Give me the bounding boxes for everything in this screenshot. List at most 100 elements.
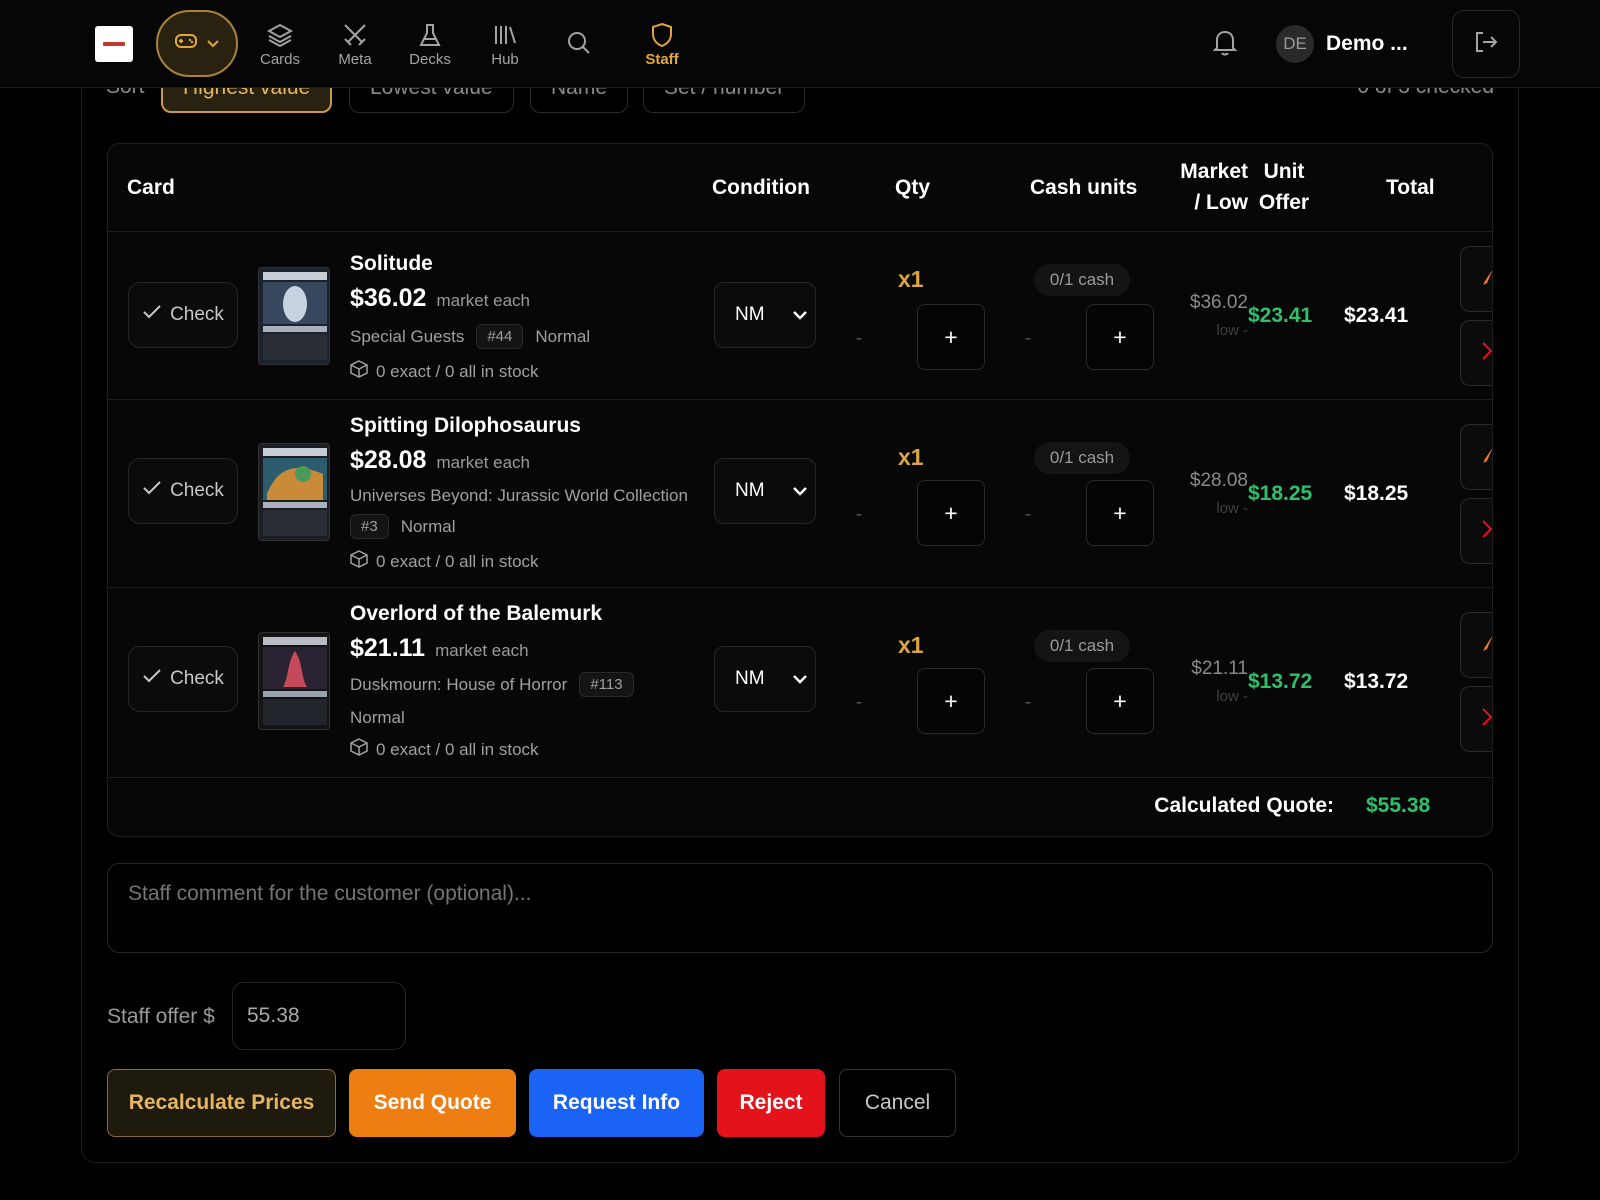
chevron-right-icon	[1481, 341, 1492, 366]
card-finish: Normal	[350, 708, 405, 727]
check-label: Check	[170, 480, 224, 501]
header-market-line1: Market	[1180, 160, 1248, 183]
card-number-badge: #44	[476, 324, 524, 349]
logout-button[interactable]	[1452, 10, 1520, 78]
reject-button[interactable]: Reject	[717, 1069, 825, 1137]
card-set-line: Universes Beyond: Jurassic World Collect…	[350, 486, 688, 506]
card-number-badge: #3	[350, 514, 389, 539]
cash-plus-button[interactable]: +	[1086, 480, 1154, 546]
cash-plus-button[interactable]: +	[1086, 304, 1154, 370]
unit-offer: $13.72	[1248, 670, 1313, 693]
card-thumbnail[interactable]	[258, 632, 330, 730]
expand-button[interactable]	[1460, 320, 1492, 386]
card-number-badge: #113	[579, 672, 634, 697]
stock-info: 0 exact / 0 all in stock	[350, 550, 539, 573]
card-thumbnail[interactable]	[258, 443, 330, 541]
cash-minus-button[interactable]: -	[1013, 328, 1043, 350]
nav-meta-label: Meta	[338, 51, 372, 68]
nav-cards[interactable]: Cards	[250, 18, 310, 68]
cash-plus-button[interactable]: +	[1086, 668, 1154, 734]
shield-icon	[632, 18, 692, 48]
qty-plus-button[interactable]: +	[917, 480, 985, 546]
chevron-down-icon	[793, 304, 807, 326]
staff-offer-input[interactable]	[232, 982, 406, 1050]
nav-hub[interactable]: Hub	[475, 18, 535, 68]
cash-units-pill: 0/1 cash	[1034, 264, 1130, 296]
low-value: low -	[1216, 688, 1248, 705]
table-row: Check Overlord of the Balemurk $21.11 mar…	[108, 588, 1492, 778]
app-logo[interactable]	[95, 26, 133, 62]
check-button[interactable]: Check	[128, 282, 238, 348]
recalculate-prices-button[interactable]: Recalculate Prices	[107, 1069, 336, 1137]
card-set: Special Guests	[350, 326, 465, 346]
header-card: Card	[127, 176, 175, 199]
condition-value: NM	[735, 668, 765, 689]
qty-value: x1	[898, 266, 924, 292]
send-quote-button[interactable]: Send Quote	[349, 1069, 516, 1137]
check-button[interactable]: Check	[128, 458, 238, 524]
pencil-icon	[1481, 633, 1492, 658]
nav-staff-label: Staff	[645, 51, 679, 68]
edit-button[interactable]	[1460, 612, 1492, 678]
search-icon[interactable]	[566, 30, 592, 61]
user-name[interactable]: Demo ...	[1326, 32, 1408, 56]
staff-offer-label: Staff offer $	[107, 1005, 215, 1028]
cancel-button[interactable]: Cancel	[839, 1069, 956, 1137]
nav-cards-label: Cards	[259, 51, 300, 68]
condition-select[interactable]: NM	[714, 646, 816, 712]
qty-minus-button[interactable]: -	[844, 504, 874, 526]
stock-text: 0 exact / 0 all in stock	[376, 361, 539, 381]
card-price-value: $21.11	[350, 634, 426, 662]
box-icon	[350, 360, 368, 383]
request-info-button[interactable]: Request Info	[529, 1069, 704, 1137]
expand-button[interactable]	[1460, 498, 1492, 564]
card-name[interactable]: Solitude	[350, 252, 433, 276]
logout-icon	[1473, 30, 1499, 59]
condition-select[interactable]: NM	[714, 282, 816, 348]
checkmark-icon	[142, 480, 162, 502]
avatar[interactable]: DE	[1276, 25, 1314, 63]
box-icon	[350, 550, 368, 573]
nav-meta[interactable]: Meta	[325, 18, 385, 68]
qty-minus-button[interactable]: -	[844, 692, 874, 714]
qty-minus-button[interactable]: -	[844, 328, 874, 350]
card-name[interactable]: Overlord of the Balemurk	[350, 602, 602, 626]
condition-select[interactable]: NM	[714, 458, 816, 524]
check-label: Check	[170, 304, 224, 325]
checkmark-icon	[142, 668, 162, 690]
card-name[interactable]: Spitting Dilophosaurus	[350, 414, 581, 438]
market-value: $36.02	[1189, 292, 1248, 313]
card-thumbnail[interactable]	[258, 267, 330, 365]
qty-plus-button[interactable]: +	[917, 668, 985, 734]
expand-button[interactable]	[1460, 686, 1492, 752]
card-finish: Normal	[400, 516, 456, 536]
check-label: Check	[170, 668, 224, 689]
chevron-right-icon	[1481, 707, 1492, 732]
quote-value: $55.38	[1366, 794, 1431, 817]
card-set-line: Special Guests #44 Normal	[350, 324, 590, 349]
header-qty: Qty	[895, 176, 931, 199]
header-market-low: Market / Low	[1180, 156, 1248, 218]
calculated-quote-row: Calculated Quote: $55.38	[108, 778, 1492, 836]
edit-button[interactable]	[1460, 246, 1492, 312]
market-each-label: market each	[436, 291, 531, 310]
low-value: low -	[1216, 322, 1248, 339]
chevron-down-icon	[793, 668, 807, 690]
check-button[interactable]: Check	[128, 646, 238, 712]
bell-icon[interactable]	[1212, 28, 1238, 61]
nav-hub-label: Hub	[491, 51, 519, 68]
cash-minus-button[interactable]: -	[1013, 692, 1043, 714]
row-total: $13.72	[1344, 670, 1409, 693]
market-value: $28.08	[1189, 470, 1248, 491]
nav-decks[interactable]: Decks	[400, 18, 460, 68]
edit-button[interactable]	[1460, 424, 1492, 490]
gamepad-icon	[175, 33, 197, 54]
cash-minus-button[interactable]: -	[1013, 504, 1043, 526]
staff-comment-field[interactable]	[107, 863, 1493, 953]
flask-icon	[400, 18, 460, 48]
card-price-value: $28.08	[350, 446, 427, 474]
game-selector-button[interactable]	[156, 10, 238, 77]
card-price: $36.02 market each	[350, 284, 530, 313]
nav-staff[interactable]: Staff	[632, 18, 692, 68]
qty-plus-button[interactable]: +	[917, 304, 985, 370]
